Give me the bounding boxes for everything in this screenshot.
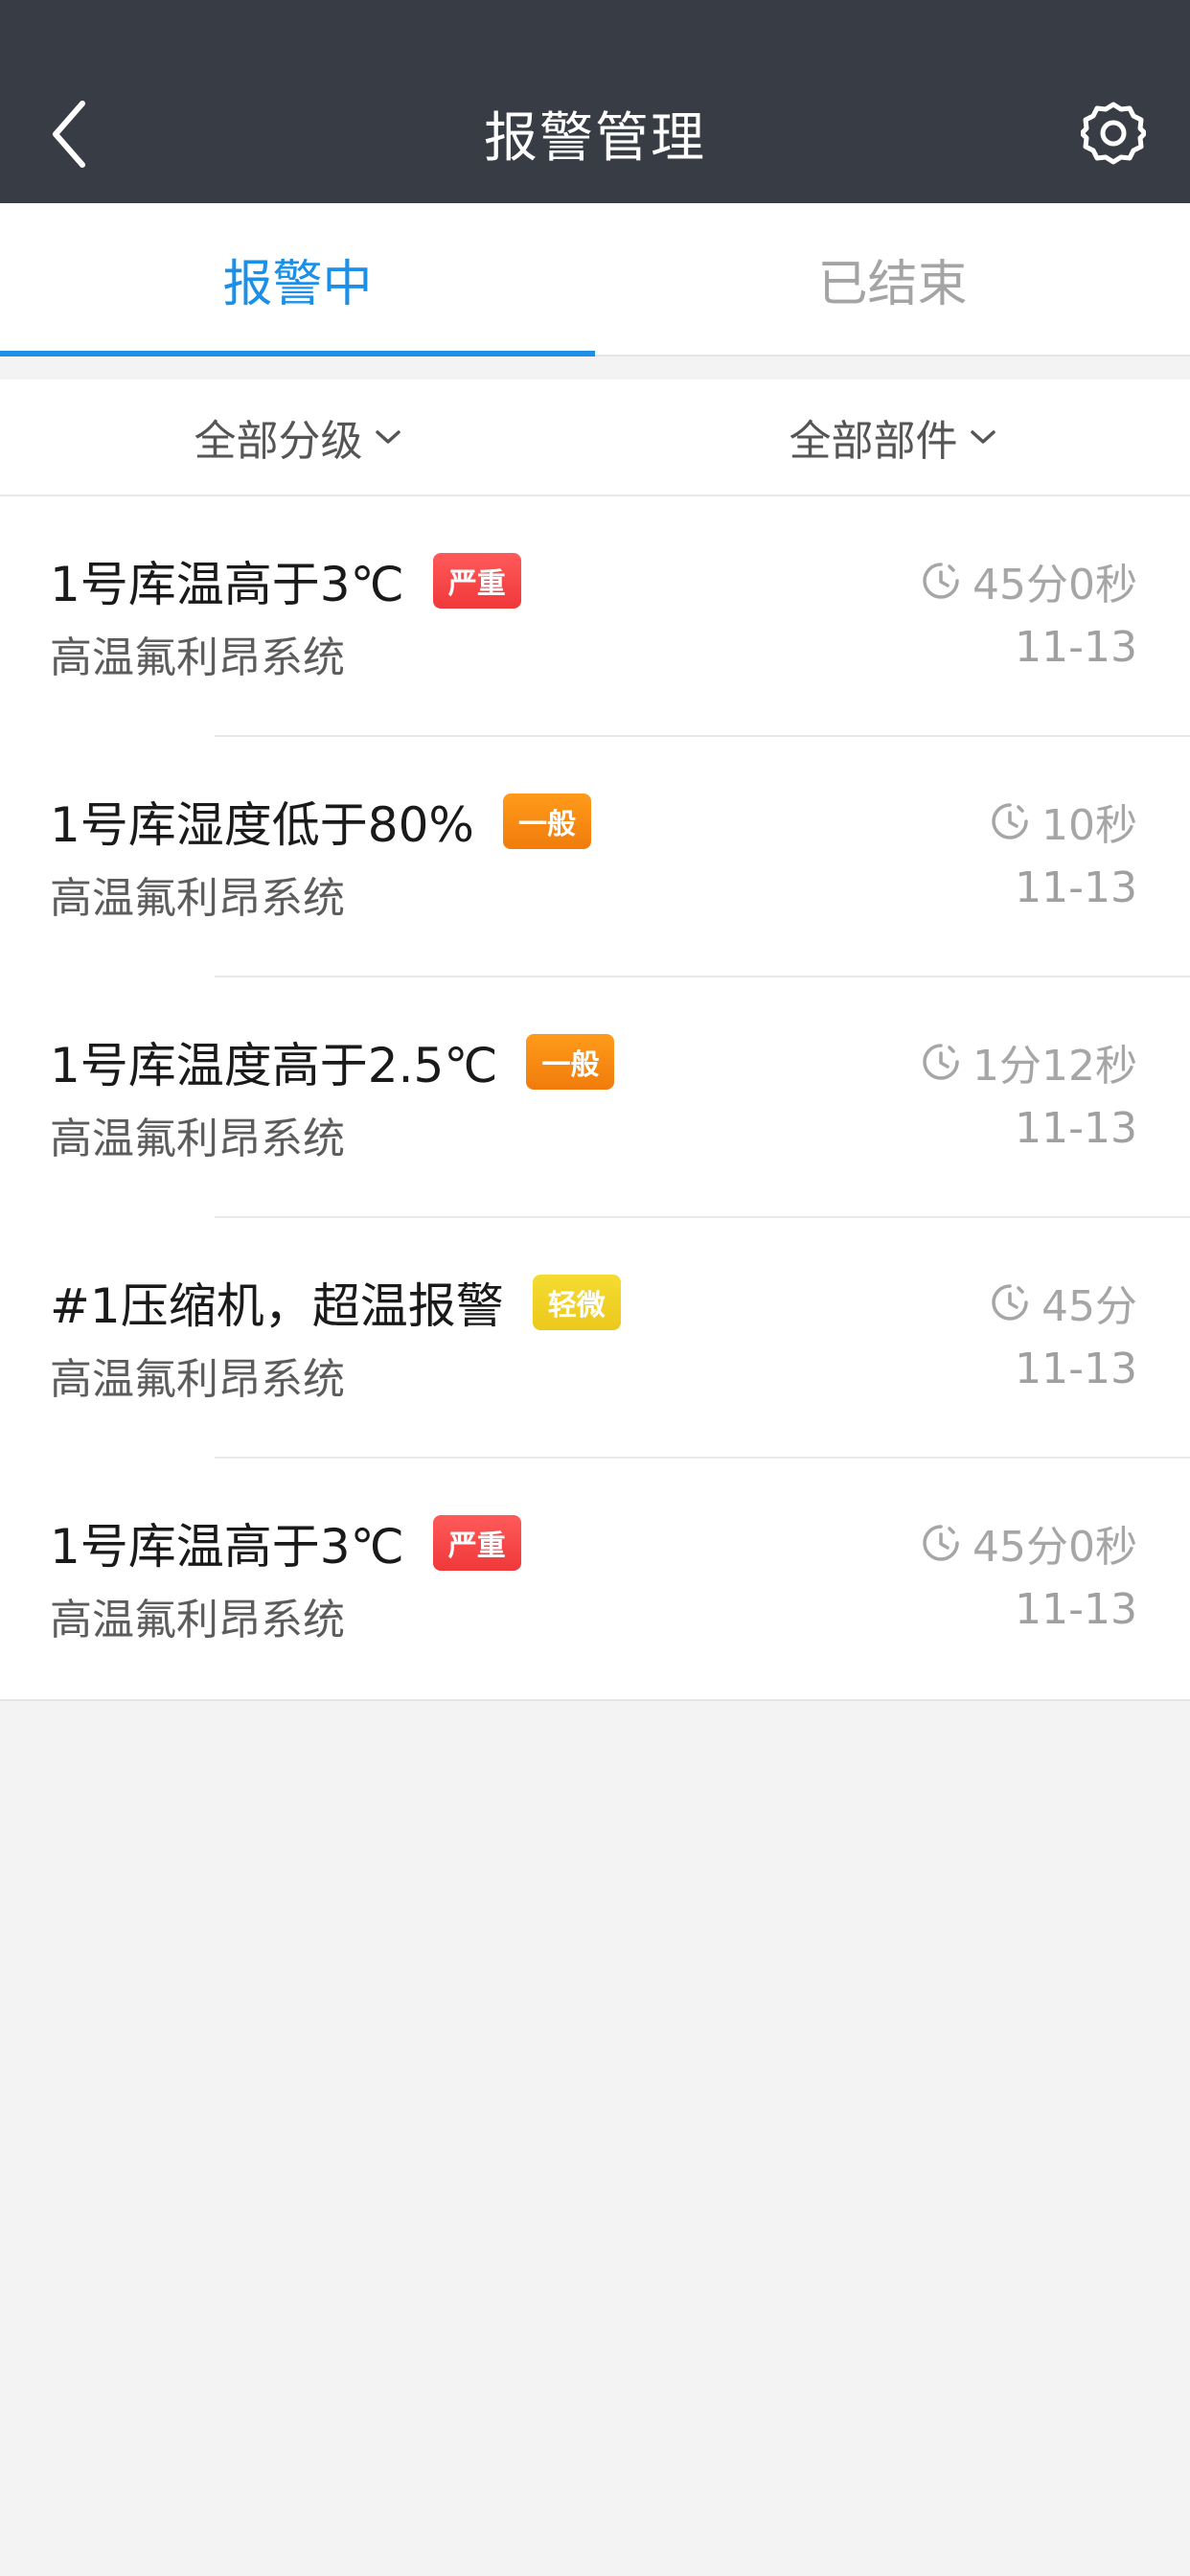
alarm-list: 1号库温高于3℃ 严重 高温氟利昂系统 45分0秒 11-13 1号库湿度低于8… <box>0 496 1190 1701</box>
alarm-list-item[interactable]: 1号库温高于3℃ 严重 高温氟利昂系统 45分0秒 11-13 <box>0 496 1190 737</box>
gear-icon <box>1081 102 1146 165</box>
filter-level-dropdown[interactable]: 全部分级 <box>0 380 595 494</box>
alarm-date: 11-13 <box>1015 1345 1137 1393</box>
alarm-date: 11-13 <box>1015 1104 1137 1153</box>
alarm-title: 1号库温度高于2.5℃ <box>50 1038 498 1093</box>
severity-badge: 一般 <box>502 794 591 849</box>
tab-label: 已结束 <box>817 255 968 313</box>
status-bar <box>0 0 1190 64</box>
chevron-down-icon <box>375 430 400 444</box>
timer-icon <box>992 1284 1028 1321</box>
alarm-list-item[interactable]: 1号库湿度低于80% 一般 高温氟利昂系统 10秒 11-13 <box>0 737 1190 978</box>
severity-badge: 严重 <box>432 553 521 609</box>
alarm-date: 11-13 <box>1015 623 1137 672</box>
alarm-title-row: 1号库湿度低于80% 一般 <box>50 790 591 853</box>
tab-ended-alarms[interactable]: 已结束 <box>595 203 1190 355</box>
alarm-duration: 45分 <box>990 1271 1137 1334</box>
alarm-duration-text: 1分12秒 <box>973 1042 1137 1091</box>
alarm-system: 高温氟利昂系统 <box>50 633 345 682</box>
filter-bar: 全部分级 全部部件 <box>0 380 1190 496</box>
alarm-system: 高温氟利昂系统 <box>50 1115 345 1163</box>
severity-badge: 轻微 <box>532 1275 621 1330</box>
filter-component-dropdown[interactable]: 全部部件 <box>595 380 1190 494</box>
alarm-list-item[interactable]: 1号库温度高于2.5℃ 一般 高温氟利昂系统 1分12秒 11-13 <box>0 978 1190 1218</box>
alarm-duration-text: 45分0秒 <box>973 1523 1137 1572</box>
alarm-title: 1号库温高于3℃ <box>50 557 404 612</box>
alarm-system: 高温氟利昂系统 <box>50 874 345 923</box>
filter-component-label: 全部部件 <box>789 417 958 466</box>
alarm-duration-text: 10秒 <box>1041 801 1137 850</box>
back-button[interactable] <box>38 98 100 171</box>
timer-icon <box>923 1044 959 1080</box>
alarm-system: 高温氟利昂系统 <box>50 1355 345 1404</box>
alarm-title-row: #1压缩机，超温报警 轻微 <box>50 1271 621 1334</box>
alarm-date: 11-13 <box>1015 1585 1137 1634</box>
alarm-duration-text: 45分 <box>1041 1282 1137 1331</box>
alarm-title: 1号库湿度低于80% <box>50 797 474 853</box>
severity-badge: 严重 <box>432 1515 521 1571</box>
tab-label: 报警中 <box>222 255 373 313</box>
settings-button[interactable] <box>1075 95 1152 172</box>
alarm-title-row: 1号库温度高于2.5℃ 一般 <box>50 1030 615 1093</box>
chevron-down-icon <box>970 430 995 444</box>
alarm-duration: 10秒 <box>990 790 1137 853</box>
timer-icon <box>923 563 959 599</box>
alarm-title: #1压缩机，超温报警 <box>50 1278 504 1334</box>
nav-bar: 报警管理 <box>0 63 1190 203</box>
alarm-duration-text: 45分0秒 <box>973 561 1137 610</box>
tab-bar: 报警中 已结束 <box>0 203 1190 356</box>
timer-icon <box>923 1525 959 1561</box>
alarm-date: 11-13 <box>1015 863 1137 912</box>
alarm-title: 1号库温高于3℃ <box>50 1519 404 1575</box>
severity-badge: 一般 <box>526 1034 615 1090</box>
alarm-duration: 45分0秒 <box>921 549 1137 612</box>
alarm-duration: 45分0秒 <box>921 1511 1137 1575</box>
alarm-title-row: 1号库温高于3℃ 严重 <box>50 549 521 612</box>
chevron-left-icon <box>53 101 85 168</box>
tab-indicator <box>0 351 595 356</box>
tab-active-alarms[interactable]: 报警中 <box>0 203 595 356</box>
alarm-system: 高温氟利昂系统 <box>50 1596 345 1644</box>
alarm-title-row: 1号库温高于3℃ 严重 <box>50 1511 521 1575</box>
alarm-duration: 1分12秒 <box>921 1030 1137 1093</box>
page-title: 报警管理 <box>484 106 706 170</box>
alarm-list-item[interactable]: 1号库温高于3℃ 严重 高温氟利昂系统 45分0秒 11-13 <box>0 1459 1190 1699</box>
timer-icon <box>992 803 1028 840</box>
alarm-list-item[interactable]: #1压缩机，超温报警 轻微 高温氟利昂系统 45分 11-13 <box>0 1218 1190 1459</box>
filter-level-label: 全部分级 <box>194 417 363 466</box>
